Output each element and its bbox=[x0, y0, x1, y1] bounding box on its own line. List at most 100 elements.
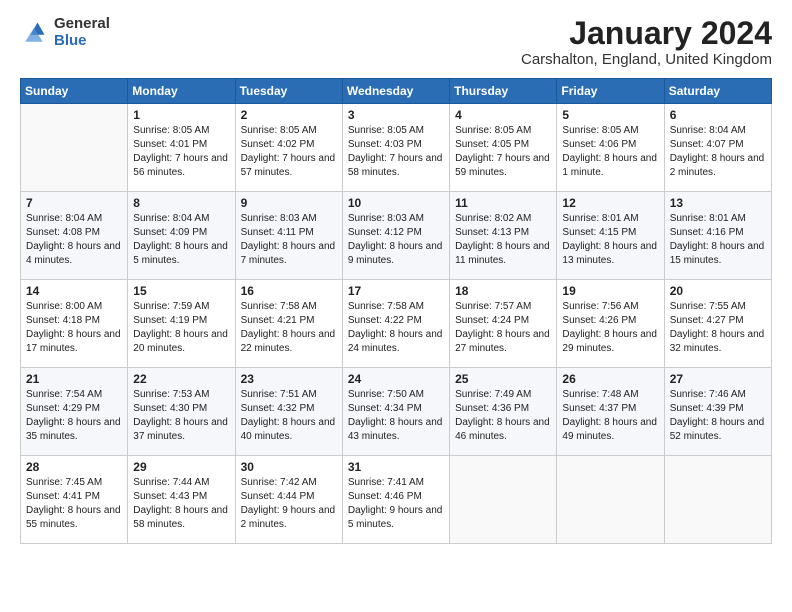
table-row: 6Sunrise: 8:04 AM Sunset: 4:07 PM Daylig… bbox=[664, 104, 771, 192]
day-info-9: Sunrise: 8:03 AM Sunset: 4:11 PM Dayligh… bbox=[241, 212, 337, 268]
day-number-25: 25 bbox=[455, 372, 551, 386]
day-info-2: Sunrise: 8:05 AM Sunset: 4:02 PM Dayligh… bbox=[241, 124, 337, 180]
calendar-title: January 2024 bbox=[521, 16, 772, 51]
day-number-14: 14 bbox=[26, 284, 122, 298]
day-info-25: Sunrise: 7:49 AM Sunset: 4:36 PM Dayligh… bbox=[455, 388, 551, 444]
table-row: 17 Sunrise: 7:58 AM Sunset: 4:22 PM Dayli… bbox=[342, 280, 449, 368]
table-row: 18 Sunrise: 7:57 AM Sunset: 4:24 PM Dayli… bbox=[450, 280, 557, 368]
table-row: 26Sunrise: 7:48 AM Sunset: 4:37 PM Dayli… bbox=[557, 368, 664, 456]
day-number-28: 28 bbox=[26, 460, 122, 474]
day-number-19: 19 bbox=[562, 284, 658, 298]
table-row: 30Sunrise: 7:42 AM Sunset: 4:44 PM Dayli… bbox=[235, 456, 342, 544]
day-info-3: Sunrise: 8:05 AM Sunset: 4:03 PM Dayligh… bbox=[348, 124, 444, 180]
col-thursday: Thursday bbox=[450, 79, 557, 104]
table-row: 13 Sunrise: 8:01 AM Sunset: 4:16 PM Dayli… bbox=[664, 192, 771, 280]
table-row: 21 Sunrise: 7:54 AM Sunset: 4:29 PM Dayli… bbox=[21, 368, 128, 456]
title-block: January 2024 Carshalton, England, United… bbox=[521, 16, 772, 68]
table-row: 27 Sunrise: 7:46 AM Sunset: 4:39 PM Dayli… bbox=[664, 368, 771, 456]
table-row bbox=[21, 104, 128, 192]
logo: General Blue bbox=[20, 16, 110, 49]
col-sunday: Sunday bbox=[21, 79, 128, 104]
calendar-week-1: 1 Sunrise: 8:05 AM Sunset: 4:01 PM Daylig… bbox=[21, 104, 772, 192]
day-number-21: 21 bbox=[26, 372, 122, 386]
day-info-17: Sunrise: 7:58 AM Sunset: 4:22 PM Dayligh… bbox=[348, 300, 444, 356]
col-monday: Monday bbox=[128, 79, 235, 104]
table-row: 29 Sunrise: 7:44 AM Sunset: 4:43 PM Dayli… bbox=[128, 456, 235, 544]
day-info-1: Sunrise: 8:05 AM Sunset: 4:01 PM Dayligh… bbox=[133, 124, 229, 180]
table-row: 14 Sunrise: 8:00 AM Sunset: 4:18 PM Dayli… bbox=[21, 280, 128, 368]
table-row bbox=[450, 456, 557, 544]
day-info-31: Sunrise: 7:41 AM Sunset: 4:46 PM Dayligh… bbox=[348, 476, 444, 532]
day-info-20: Sunrise: 7:55 AM Sunset: 4:27 PM Dayligh… bbox=[670, 300, 766, 356]
table-row: 20 Sunrise: 7:55 AM Sunset: 4:27 PM Dayli… bbox=[664, 280, 771, 368]
logo-general-text: General bbox=[54, 16, 110, 33]
table-row: 24Sunrise: 7:50 AM Sunset: 4:34 PM Dayli… bbox=[342, 368, 449, 456]
col-saturday: Saturday bbox=[664, 79, 771, 104]
table-row: 31 Sunrise: 7:41 AM Sunset: 4:46 PM Dayli… bbox=[342, 456, 449, 544]
day-number-8: 8 bbox=[133, 196, 229, 210]
table-row: 11Sunrise: 8:02 AM Sunset: 4:13 PM Dayli… bbox=[450, 192, 557, 280]
table-row: 5Sunrise: 8:05 AM Sunset: 4:06 PM Daylig… bbox=[557, 104, 664, 192]
day-info-24: Sunrise: 7:50 AM Sunset: 4:34 PM Dayligh… bbox=[348, 388, 444, 444]
logo-text: General Blue bbox=[54, 16, 110, 49]
logo-blue-text: Blue bbox=[54, 33, 110, 50]
table-row: 2Sunrise: 8:05 AM Sunset: 4:02 PM Daylig… bbox=[235, 104, 342, 192]
day-info-4: Sunrise: 8:05 AM Sunset: 4:05 PM Dayligh… bbox=[455, 124, 551, 180]
col-friday: Friday bbox=[557, 79, 664, 104]
calendar-week-4: 21 Sunrise: 7:54 AM Sunset: 4:29 PM Dayli… bbox=[21, 368, 772, 456]
day-number-17: 17 bbox=[348, 284, 444, 298]
day-info-18: Sunrise: 7:57 AM Sunset: 4:24 PM Dayligh… bbox=[455, 300, 551, 356]
day-info-26: Sunrise: 7:48 AM Sunset: 4:37 PM Dayligh… bbox=[562, 388, 658, 444]
day-info-8: Sunrise: 8:04 AM Sunset: 4:09 PM Dayligh… bbox=[133, 212, 229, 268]
day-info-21: Sunrise: 7:54 AM Sunset: 4:29 PM Dayligh… bbox=[26, 388, 122, 444]
calendar-table: Sunday Monday Tuesday Wednesday Thursday… bbox=[20, 78, 772, 544]
calendar-header-row: Sunday Monday Tuesday Wednesday Thursday… bbox=[21, 79, 772, 104]
day-number-31: 31 bbox=[348, 460, 444, 474]
day-number-4: 4 bbox=[455, 108, 551, 122]
day-info-10: Sunrise: 8:03 AM Sunset: 4:12 PM Dayligh… bbox=[348, 212, 444, 268]
calendar-week-3: 14 Sunrise: 8:00 AM Sunset: 4:18 PM Dayli… bbox=[21, 280, 772, 368]
table-row: 16Sunrise: 7:58 AM Sunset: 4:21 PM Dayli… bbox=[235, 280, 342, 368]
col-tuesday: Tuesday bbox=[235, 79, 342, 104]
day-info-29: Sunrise: 7:44 AM Sunset: 4:43 PM Dayligh… bbox=[133, 476, 229, 532]
table-row: 15 Sunrise: 7:59 AM Sunset: 4:19 PM Dayli… bbox=[128, 280, 235, 368]
day-info-6: Sunrise: 8:04 AM Sunset: 4:07 PM Dayligh… bbox=[670, 124, 766, 180]
day-info-13: Sunrise: 8:01 AM Sunset: 4:16 PM Dayligh… bbox=[670, 212, 766, 268]
logo-icon bbox=[20, 19, 48, 47]
day-info-5: Sunrise: 8:05 AM Sunset: 4:06 PM Dayligh… bbox=[562, 124, 658, 180]
day-number-22: 22 bbox=[133, 372, 229, 386]
calendar-week-5: 28Sunrise: 7:45 AM Sunset: 4:41 PM Dayli… bbox=[21, 456, 772, 544]
table-row: 4 Sunrise: 8:05 AM Sunset: 4:05 PM Daylig… bbox=[450, 104, 557, 192]
day-info-12: Sunrise: 8:01 AM Sunset: 4:15 PM Dayligh… bbox=[562, 212, 658, 268]
table-row: 19Sunrise: 7:56 AM Sunset: 4:26 PM Dayli… bbox=[557, 280, 664, 368]
day-number-18: 18 bbox=[455, 284, 551, 298]
calendar-week-2: 7Sunrise: 8:04 AM Sunset: 4:08 PM Daylig… bbox=[21, 192, 772, 280]
table-row: 1 Sunrise: 8:05 AM Sunset: 4:01 PM Daylig… bbox=[128, 104, 235, 192]
header: General Blue January 2024 Carshalton, En… bbox=[20, 16, 772, 68]
day-info-30: Sunrise: 7:42 AM Sunset: 4:44 PM Dayligh… bbox=[241, 476, 337, 532]
day-info-15: Sunrise: 7:59 AM Sunset: 4:19 PM Dayligh… bbox=[133, 300, 229, 356]
table-row bbox=[557, 456, 664, 544]
day-number-23: 23 bbox=[241, 372, 337, 386]
day-number-15: 15 bbox=[133, 284, 229, 298]
table-row: 7Sunrise: 8:04 AM Sunset: 4:08 PM Daylig… bbox=[21, 192, 128, 280]
table-row: 23 Sunrise: 7:51 AM Sunset: 4:32 PM Dayli… bbox=[235, 368, 342, 456]
day-info-14: Sunrise: 8:00 AM Sunset: 4:18 PM Dayligh… bbox=[26, 300, 122, 356]
table-row: 8 Sunrise: 8:04 AM Sunset: 4:09 PM Daylig… bbox=[128, 192, 235, 280]
page: General Blue January 2024 Carshalton, En… bbox=[0, 0, 792, 612]
day-number-27: 27 bbox=[670, 372, 766, 386]
day-number-3: 3 bbox=[348, 108, 444, 122]
day-number-20: 20 bbox=[670, 284, 766, 298]
day-info-22: Sunrise: 7:53 AM Sunset: 4:30 PM Dayligh… bbox=[133, 388, 229, 444]
calendar-location: Carshalton, England, United Kingdom bbox=[521, 51, 772, 68]
day-info-7: Sunrise: 8:04 AM Sunset: 4:08 PM Dayligh… bbox=[26, 212, 122, 268]
col-wednesday: Wednesday bbox=[342, 79, 449, 104]
day-number-13: 13 bbox=[670, 196, 766, 210]
day-number-1: 1 bbox=[133, 108, 229, 122]
day-number-29: 29 bbox=[133, 460, 229, 474]
day-number-16: 16 bbox=[241, 284, 337, 298]
table-row: 12 Sunrise: 8:01 AM Sunset: 4:15 PM Dayli… bbox=[557, 192, 664, 280]
day-number-12: 12 bbox=[562, 196, 658, 210]
day-info-23: Sunrise: 7:51 AM Sunset: 4:32 PM Dayligh… bbox=[241, 388, 337, 444]
day-info-27: Sunrise: 7:46 AM Sunset: 4:39 PM Dayligh… bbox=[670, 388, 766, 444]
